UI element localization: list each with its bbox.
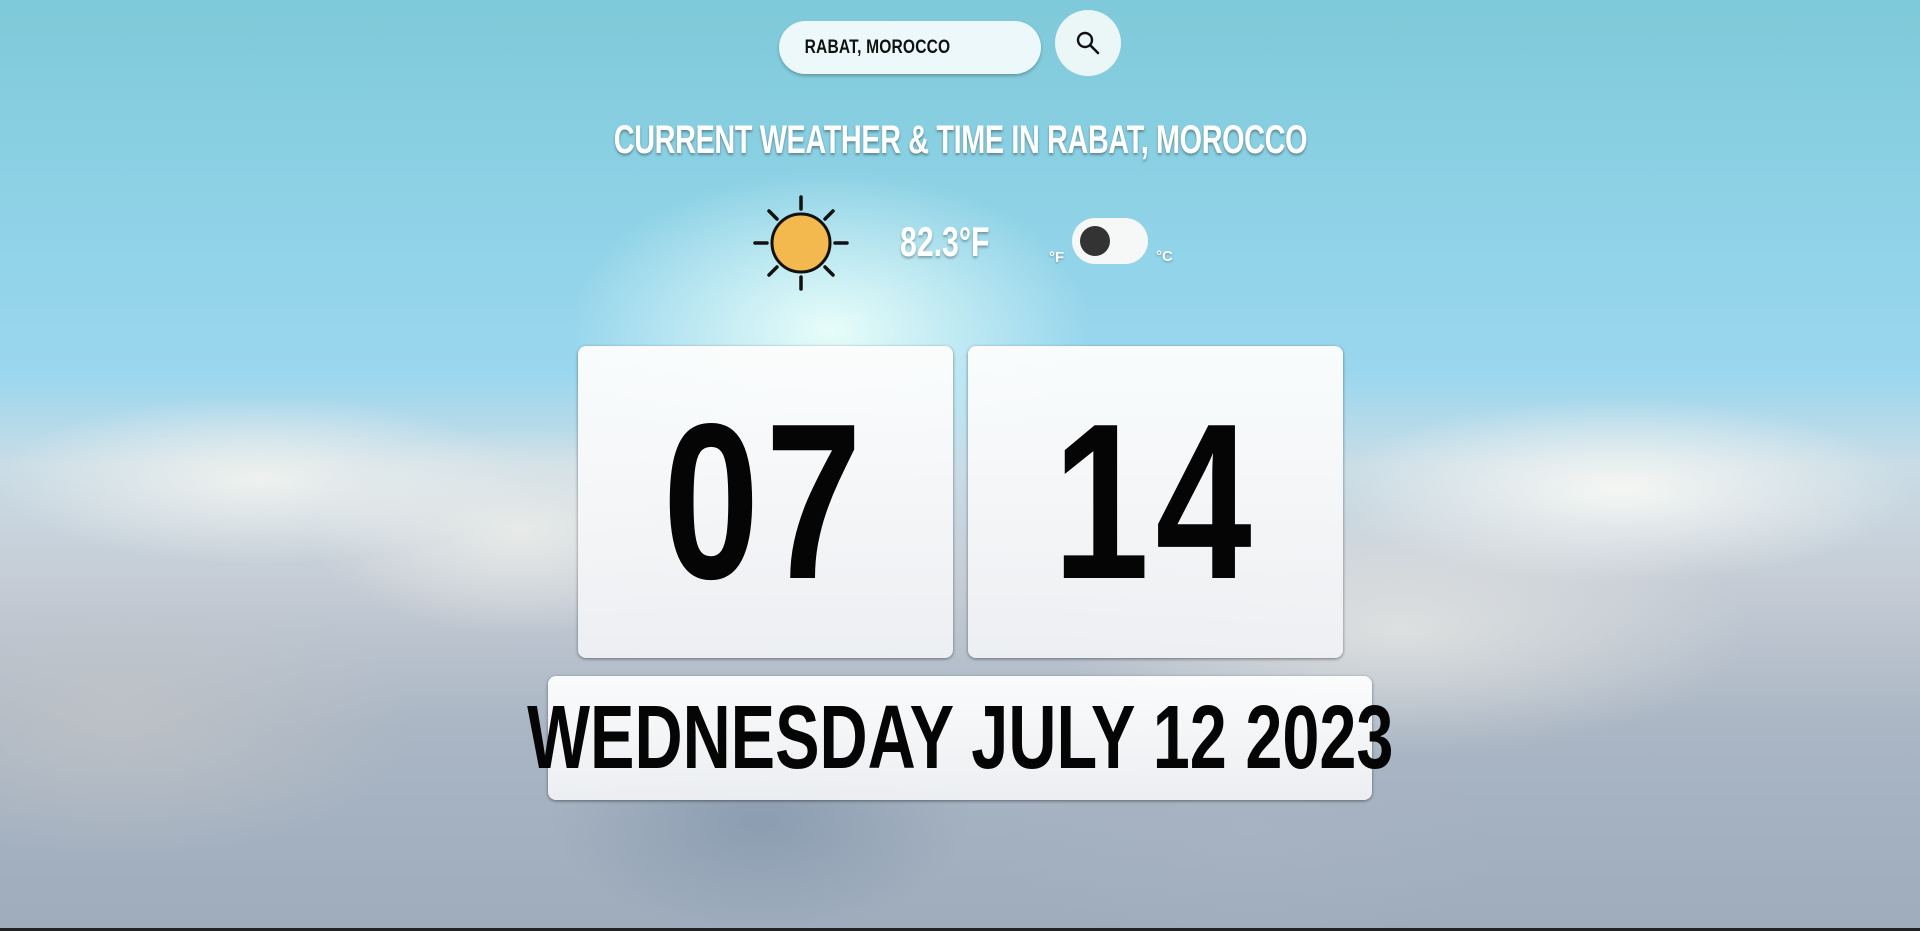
cloud-background <box>0 400 1920 931</box>
date-value: WEDNESDAY JULY 12 2023 <box>526 688 1394 788</box>
search-button[interactable] <box>1055 10 1121 76</box>
sun-icon <box>753 195 849 291</box>
minutes-card: 14 <box>968 346 1343 658</box>
hours-value: 07 <box>662 378 869 626</box>
page-title: CURRENT WEATHER & TIME IN RABAT, MOROCCO <box>0 118 1920 163</box>
unit-toggle[interactable] <box>1072 218 1148 264</box>
search-input[interactable] <box>803 35 1020 60</box>
toggle-knob <box>1080 226 1110 256</box>
temperature-value: 82.3°F <box>900 218 990 265</box>
hours-card: 07 <box>578 346 953 658</box>
date-card: WEDNESDAY JULY 12 2023 <box>527 676 1393 800</box>
celsius-label: °C <box>1156 248 1173 265</box>
page-title-text: CURRENT WEATHER & TIME IN RABAT, MOROCCO <box>613 118 1307 162</box>
minutes-value: 14 <box>1052 378 1259 626</box>
fahrenheit-label: °F <box>1049 249 1065 266</box>
search-bar[interactable] <box>779 21 1041 74</box>
search-icon <box>1076 31 1100 55</box>
